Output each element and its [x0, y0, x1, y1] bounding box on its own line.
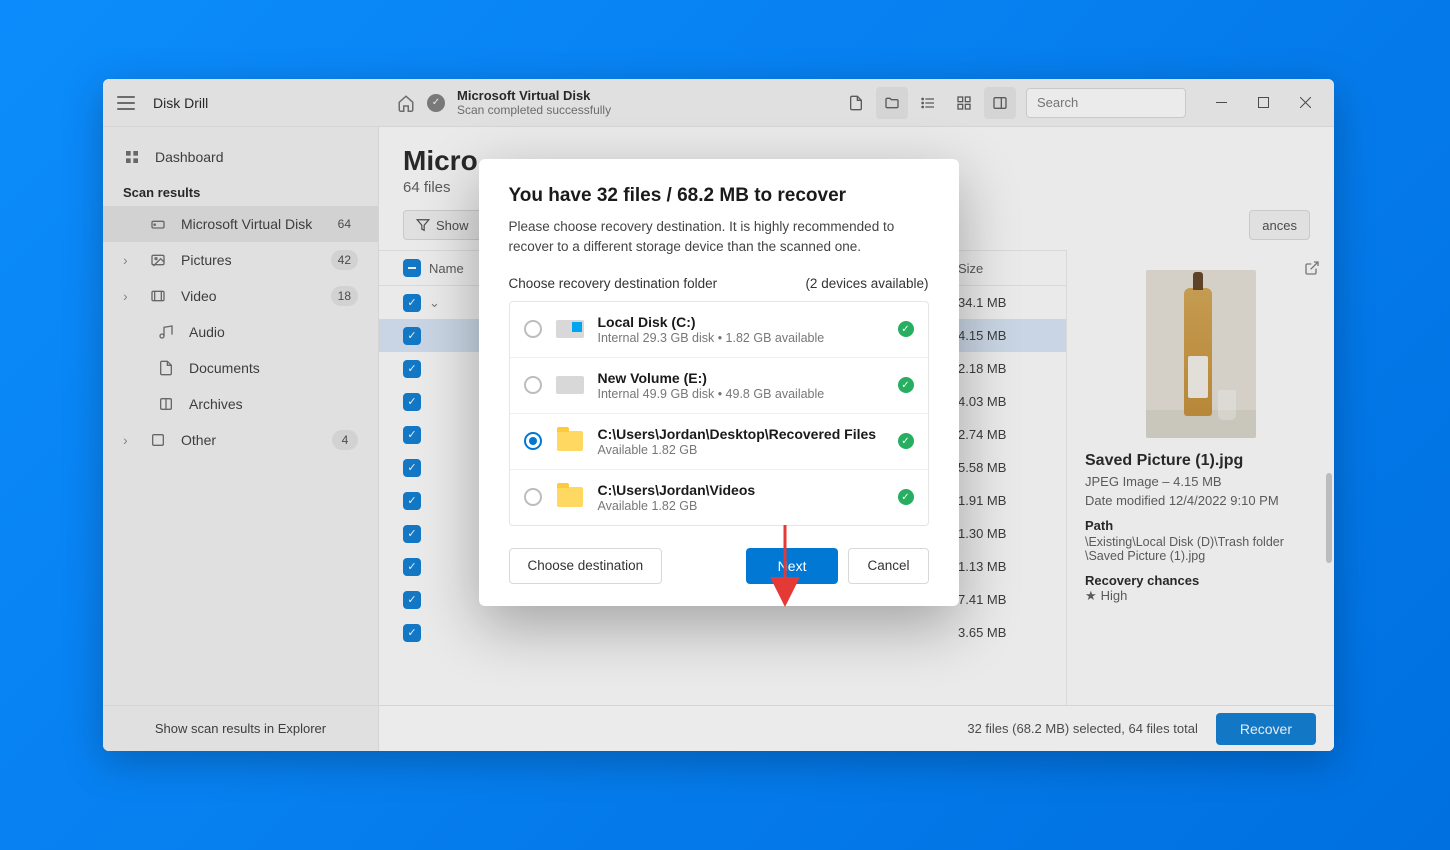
destination-option[interactable]: Local Disk (C:)Internal 29.3 GB disk • 1…: [510, 302, 928, 357]
modal-backdrop: You have 32 files / 68.2 MB to recover P…: [103, 79, 1334, 751]
modal-description: Please choose recovery destination. It i…: [509, 217, 929, 258]
app-window: Disk Drill ✓ Microsoft Virtual Disk Scan…: [103, 79, 1334, 751]
radio-button[interactable]: [524, 320, 542, 338]
destination-option[interactable]: C:\Users\Jordan\Desktop\Recovered FilesA…: [510, 413, 928, 469]
radio-button[interactable]: [524, 488, 542, 506]
modal-title: You have 32 files / 68.2 MB to recover: [509, 185, 929, 207]
radio-button[interactable]: [524, 376, 542, 394]
choose-destination-button[interactable]: Choose destination: [509, 548, 663, 584]
destination-icon: [556, 486, 584, 508]
destination-option[interactable]: C:\Users\Jordan\VideosAvailable 1.82 GB ✓: [510, 469, 928, 525]
recovery-modal: You have 32 files / 68.2 MB to recover P…: [479, 159, 959, 606]
destination-icon: [556, 430, 584, 452]
cancel-button[interactable]: Cancel: [848, 548, 928, 584]
destination-list: Local Disk (C:)Internal 29.3 GB disk • 1…: [509, 301, 929, 526]
destination-meta: Internal 49.9 GB disk • 49.8 GB availabl…: [598, 387, 884, 401]
next-button[interactable]: Next: [746, 548, 839, 584]
destination-name: New Volume (E:): [598, 370, 884, 386]
devices-available-label: (2 devices available): [805, 276, 928, 291]
destination-meta: Available 1.82 GB: [598, 443, 884, 457]
destination-name: Local Disk (C:): [598, 314, 884, 330]
choose-destination-label: Choose recovery destination folder: [509, 276, 718, 291]
destination-meta: Internal 29.3 GB disk • 1.82 GB availabl…: [598, 331, 884, 345]
available-icon: ✓: [898, 433, 914, 449]
radio-button[interactable]: [524, 432, 542, 450]
destination-name: C:\Users\Jordan\Videos: [598, 482, 884, 498]
destination-name: C:\Users\Jordan\Desktop\Recovered Files: [598, 426, 884, 442]
destination-meta: Available 1.82 GB: [598, 499, 884, 513]
destination-icon: [556, 318, 584, 340]
destination-icon: [556, 374, 584, 396]
destination-option[interactable]: New Volume (E:)Internal 49.9 GB disk • 4…: [510, 357, 928, 413]
available-icon: ✓: [898, 489, 914, 505]
available-icon: ✓: [898, 321, 914, 337]
available-icon: ✓: [898, 377, 914, 393]
